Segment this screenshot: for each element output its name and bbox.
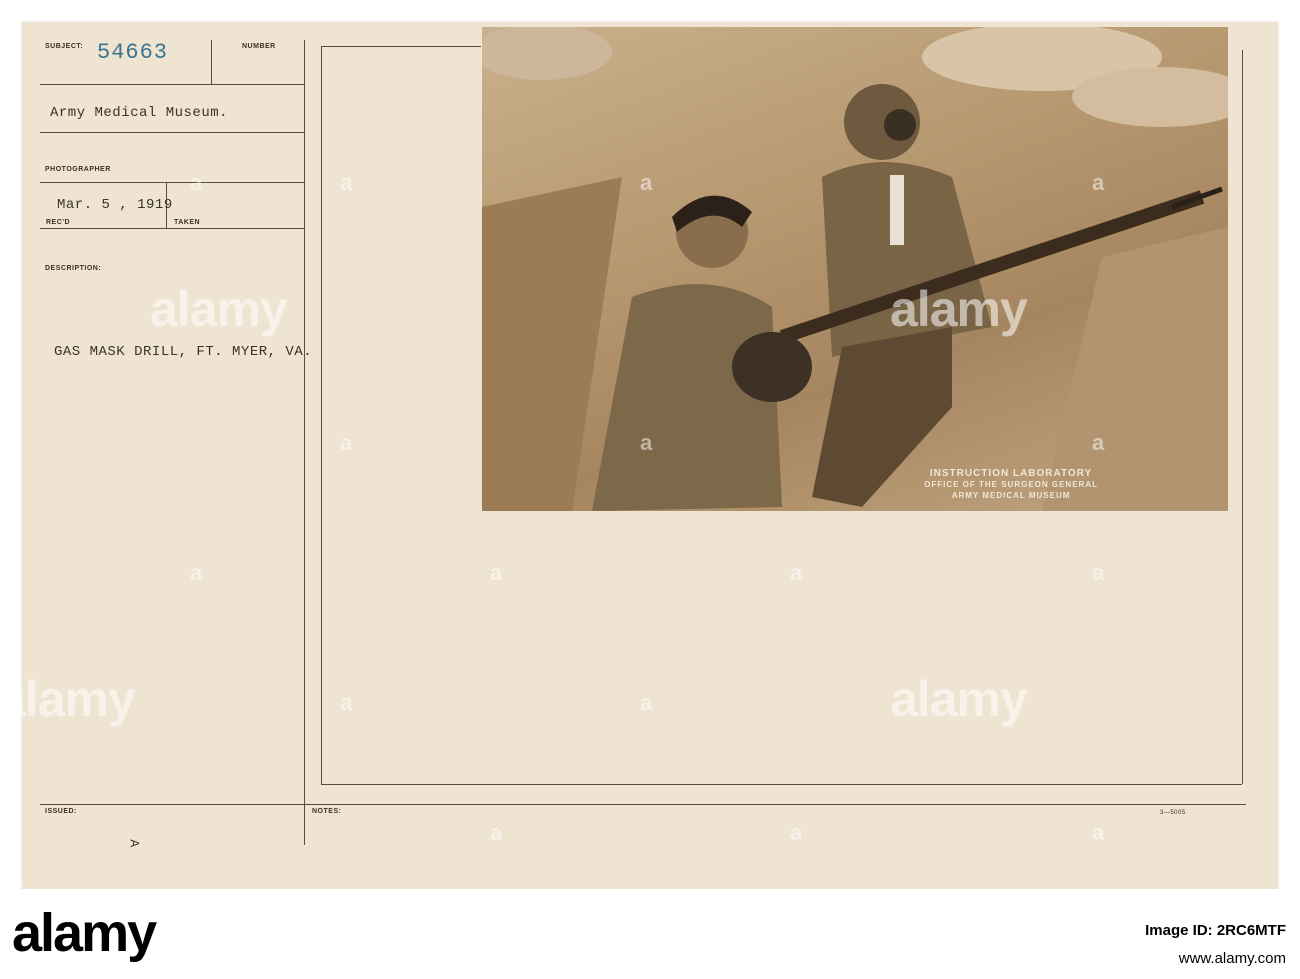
photo-scene: [482, 27, 1228, 511]
rule-column-divider: [304, 40, 305, 845]
watermark-glyph: a: [640, 170, 653, 195]
watermark-glyph: a: [790, 560, 803, 585]
sandbag: [482, 27, 612, 80]
watermark-glyph: a: [340, 430, 353, 455]
watermark-glyph: a: [190, 560, 203, 585]
gas-mask-eyepiece: [884, 109, 916, 141]
rule-photographer: [40, 182, 304, 183]
number-label: NUMBER: [242, 43, 276, 50]
recd-label: REC'D: [46, 219, 70, 226]
date-text: Mar. 5 , 1919: [57, 197, 173, 213]
watermark-glyph: a: [340, 170, 353, 195]
trench-wall: [482, 177, 622, 511]
image-id: Image ID: 2RC6MTF: [1145, 922, 1286, 939]
watermark-logo: alamy: [150, 281, 288, 337]
description-label: DESCRIPTION:: [45, 265, 102, 272]
photo-caption: INSTRUCTION LABORATORY OFFICE OF THE SUR…: [924, 468, 1098, 501]
watermark-glyph: a: [490, 820, 503, 845]
photographer-label: PHOTOGRAPHER: [45, 166, 111, 173]
footer-bar: [0, 889, 1300, 979]
caption-line: OFFICE OF THE SURGEON GENERAL: [924, 480, 1098, 489]
caption-line: INSTRUCTION LABORATORY: [929, 468, 1093, 479]
watermark-glyph: a: [1092, 560, 1105, 585]
taken-label: TAKEN: [174, 219, 201, 226]
frame-top: [321, 46, 481, 47]
watermark-glyph: a: [790, 820, 803, 845]
caption-line: ARMY MEDICAL MUSEUM: [951, 491, 1071, 500]
subject-label: SUBJECT:: [45, 43, 84, 50]
watermark-glyph: a: [490, 560, 503, 585]
rule-date: [40, 228, 304, 229]
issued-label: ISSUED:: [45, 808, 77, 815]
gas-mask-in-hands: [732, 332, 812, 402]
frame-left: [321, 46, 322, 784]
subject-number: 54663: [97, 40, 169, 65]
issued-mark: A: [126, 839, 142, 848]
notes-label: NOTES:: [312, 808, 342, 815]
form-number: 3—5005: [1160, 810, 1186, 816]
watermark-glyph: a: [640, 430, 653, 455]
watermark-glyph: a: [1092, 820, 1105, 845]
alamy-logo: alamy: [12, 903, 157, 963]
breathing-tube: [890, 175, 904, 245]
rule-source: [40, 132, 304, 133]
watermark-glyph: a: [1092, 430, 1105, 455]
watermark-glyph: a: [1092, 170, 1105, 195]
watermark-logo: alamy: [890, 671, 1028, 727]
watermark-glyph: a: [340, 690, 353, 715]
watermark-logo: alamy: [0, 671, 136, 727]
source-text: Army Medical Museum.: [50, 105, 229, 121]
watermark-glyph: a: [640, 690, 653, 715]
rule-subject-divider: [211, 40, 212, 84]
watermark-glyph: a: [190, 170, 203, 195]
rule-subject: [40, 84, 304, 85]
site-url[interactable]: www.alamy.com: [1179, 950, 1286, 967]
watermark-logo: alamy: [890, 281, 1028, 337]
frame-right: [1242, 50, 1243, 784]
rule-footer: [40, 804, 1246, 805]
description-text: GAS MASK DRILL, FT. MYER, VA.: [54, 344, 313, 360]
frame-bottom: [321, 784, 1242, 785]
mounted-photograph: INSTRUCTION LABORATORY OFFICE OF THE SUR…: [482, 27, 1228, 511]
